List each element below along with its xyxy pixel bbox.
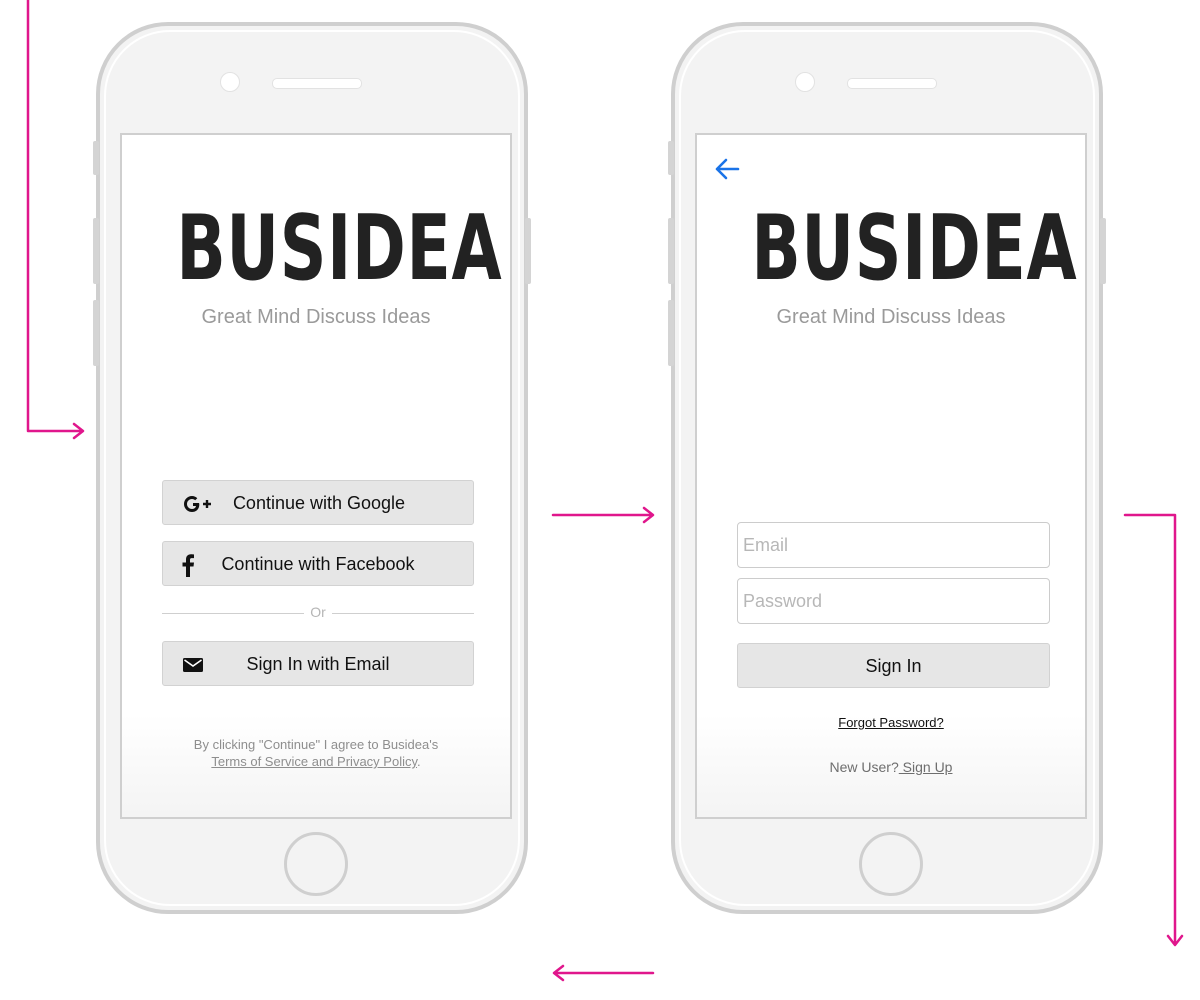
flow-arrow-entry — [26, 0, 85, 440]
volume-down-button — [668, 300, 674, 366]
new-user-prompt: New User? Sign Up — [697, 759, 1085, 775]
mute-switch — [668, 141, 674, 175]
signin-screen: BUSIDEA Great Mind Discuss Ideas Sign In… — [695, 133, 1087, 819]
signin-email-button[interactable]: Sign In with Email — [162, 641, 474, 686]
phone-signin: BUSIDEA Great Mind Discuss Ideas Sign In… — [668, 22, 1106, 914]
continue-google-label: Continue with Google — [232, 493, 406, 513]
front-camera — [220, 72, 240, 92]
home-button[interactable] — [859, 832, 923, 896]
terms-link[interactable]: Terms of Service and Privacy Policy — [211, 754, 417, 769]
terms-notice: By clicking "Continue" I agree to Buside… — [122, 736, 510, 770]
divider-line-right — [332, 613, 474, 614]
divider-or: Or — [310, 604, 326, 620]
power-button — [525, 218, 531, 284]
divider-line-left — [162, 613, 304, 614]
new-user-label: New User? — [829, 759, 899, 775]
forgot-password-link[interactable]: Forgot Password? — [838, 715, 944, 730]
flow-arrow-signin-out — [1123, 513, 1184, 947]
password-field[interactable] — [737, 578, 1050, 624]
signin-button[interactable]: Sign In — [737, 643, 1050, 688]
terms-prefix: By clicking "Continue" I agree to Buside… — [193, 737, 439, 752]
forgot-password: Forgot Password? — [697, 715, 1085, 730]
volume-up-button — [93, 218, 99, 284]
signin-email-label: Sign In with Email — [246, 654, 390, 674]
flow-arrow-to-signin — [551, 506, 655, 524]
back-arrow-icon[interactable] — [713, 155, 741, 183]
earpiece-speaker — [272, 78, 362, 89]
brand-logo: BUSIDEA — [751, 196, 1078, 301]
earpiece-speaker — [847, 78, 937, 89]
terms-suffix: . — [417, 754, 421, 769]
home-button[interactable] — [284, 832, 348, 896]
flow-arrow-back — [552, 964, 655, 982]
signup-link[interactable]: Sign Up — [899, 759, 953, 775]
signin-button-label: Sign In — [865, 656, 922, 676]
email-field[interactable] — [737, 522, 1050, 568]
mute-switch — [93, 141, 99, 175]
brand-tagline: Great Mind Discuss Ideas — [776, 306, 1006, 328]
continue-facebook-label: Continue with Facebook — [221, 554, 415, 574]
power-button — [1100, 218, 1106, 284]
brand-tagline: Great Mind Discuss Ideas — [201, 306, 431, 328]
continue-google-button[interactable]: Continue with Google — [162, 480, 474, 525]
volume-up-button — [668, 218, 674, 284]
continue-facebook-button[interactable]: Continue with Facebook — [162, 541, 474, 586]
brand-logo: BUSIDEA — [176, 196, 503, 301]
volume-down-button — [93, 300, 99, 366]
phone-welcome: BUSIDEA Great Mind Discuss Ideas Continu… — [93, 22, 531, 914]
welcome-screen: BUSIDEA Great Mind Discuss Ideas Continu… — [120, 133, 512, 819]
front-camera — [795, 72, 815, 92]
